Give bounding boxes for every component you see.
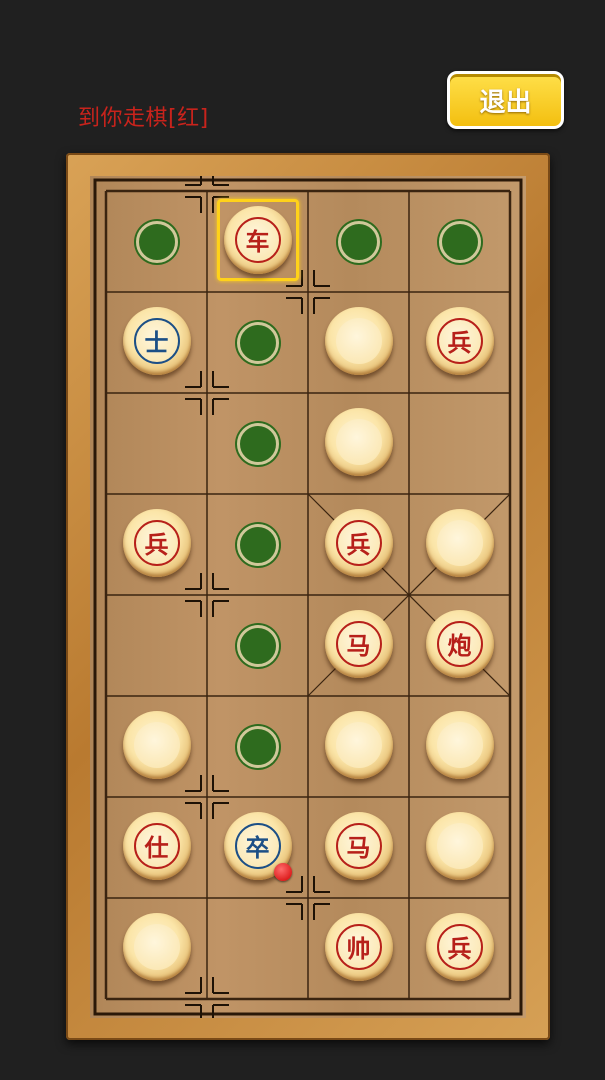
face-down-piece[interactable] (425, 508, 494, 577)
move-hint-dot[interactable] (135, 220, 178, 263)
piece-label: 兵 (335, 519, 382, 566)
move-hint-dot[interactable] (337, 220, 380, 263)
face-down-piece[interactable] (425, 710, 494, 779)
piece-label: 炮 (436, 620, 483, 667)
piece-label (133, 721, 180, 768)
face-down-piece[interactable] (425, 811, 494, 880)
piece-red[interactable]: 炮 (425, 609, 494, 678)
piece-red[interactable]: 仕 (122, 811, 191, 880)
piece-label (133, 923, 180, 970)
move-hint-dot[interactable] (438, 220, 481, 263)
piece-label: 马 (335, 822, 382, 869)
move-hint-dot[interactable] (236, 422, 279, 465)
move-hint-dot[interactable] (236, 523, 279, 566)
turn-status: 到你走棋[红] (78, 106, 209, 131)
piece-red[interactable]: 马 (324, 811, 393, 880)
piece-label: 兵 (436, 923, 483, 970)
piece-label: 仕 (133, 822, 180, 869)
piece-label: 士 (133, 317, 180, 364)
face-down-piece[interactable] (324, 306, 393, 375)
piece-blue[interactable]: 士 (122, 306, 191, 375)
piece-label: 卒 (234, 822, 281, 869)
last-move-marker (273, 862, 292, 881)
piece-red[interactable]: 车 (223, 205, 292, 274)
piece-label (335, 721, 382, 768)
move-hint-dot[interactable] (236, 321, 279, 364)
piece-label (335, 317, 382, 364)
piece-red[interactable]: 兵 (324, 508, 393, 577)
face-down-piece[interactable] (324, 407, 393, 476)
piece-red[interactable]: 兵 (425, 306, 494, 375)
piece-label: 兵 (133, 519, 180, 566)
piece-label: 马 (335, 620, 382, 667)
move-hint-dot[interactable] (236, 725, 279, 768)
piece-label (436, 721, 483, 768)
piece-label (335, 418, 382, 465)
board-grid (93, 176, 523, 1018)
piece-red[interactable]: 兵 (425, 912, 494, 981)
face-down-piece[interactable] (324, 710, 393, 779)
piece-red[interactable]: 兵 (122, 508, 191, 577)
piece-label: 车 (234, 216, 281, 263)
face-down-piece[interactable] (122, 912, 191, 981)
face-down-piece[interactable] (122, 710, 191, 779)
piece-label: 兵 (436, 317, 483, 364)
game-board[interactable]: 车士兵兵兵马炮仕卒马帅兵 (90, 176, 526, 1018)
piece-red[interactable]: 马 (324, 609, 393, 678)
piece-red[interactable]: 帅 (324, 912, 393, 981)
piece-label: 帅 (335, 923, 382, 970)
exit-button[interactable]: 退出 (447, 71, 564, 129)
piece-label (436, 822, 483, 869)
move-hint-dot[interactable] (236, 624, 279, 667)
piece-label (436, 519, 483, 566)
